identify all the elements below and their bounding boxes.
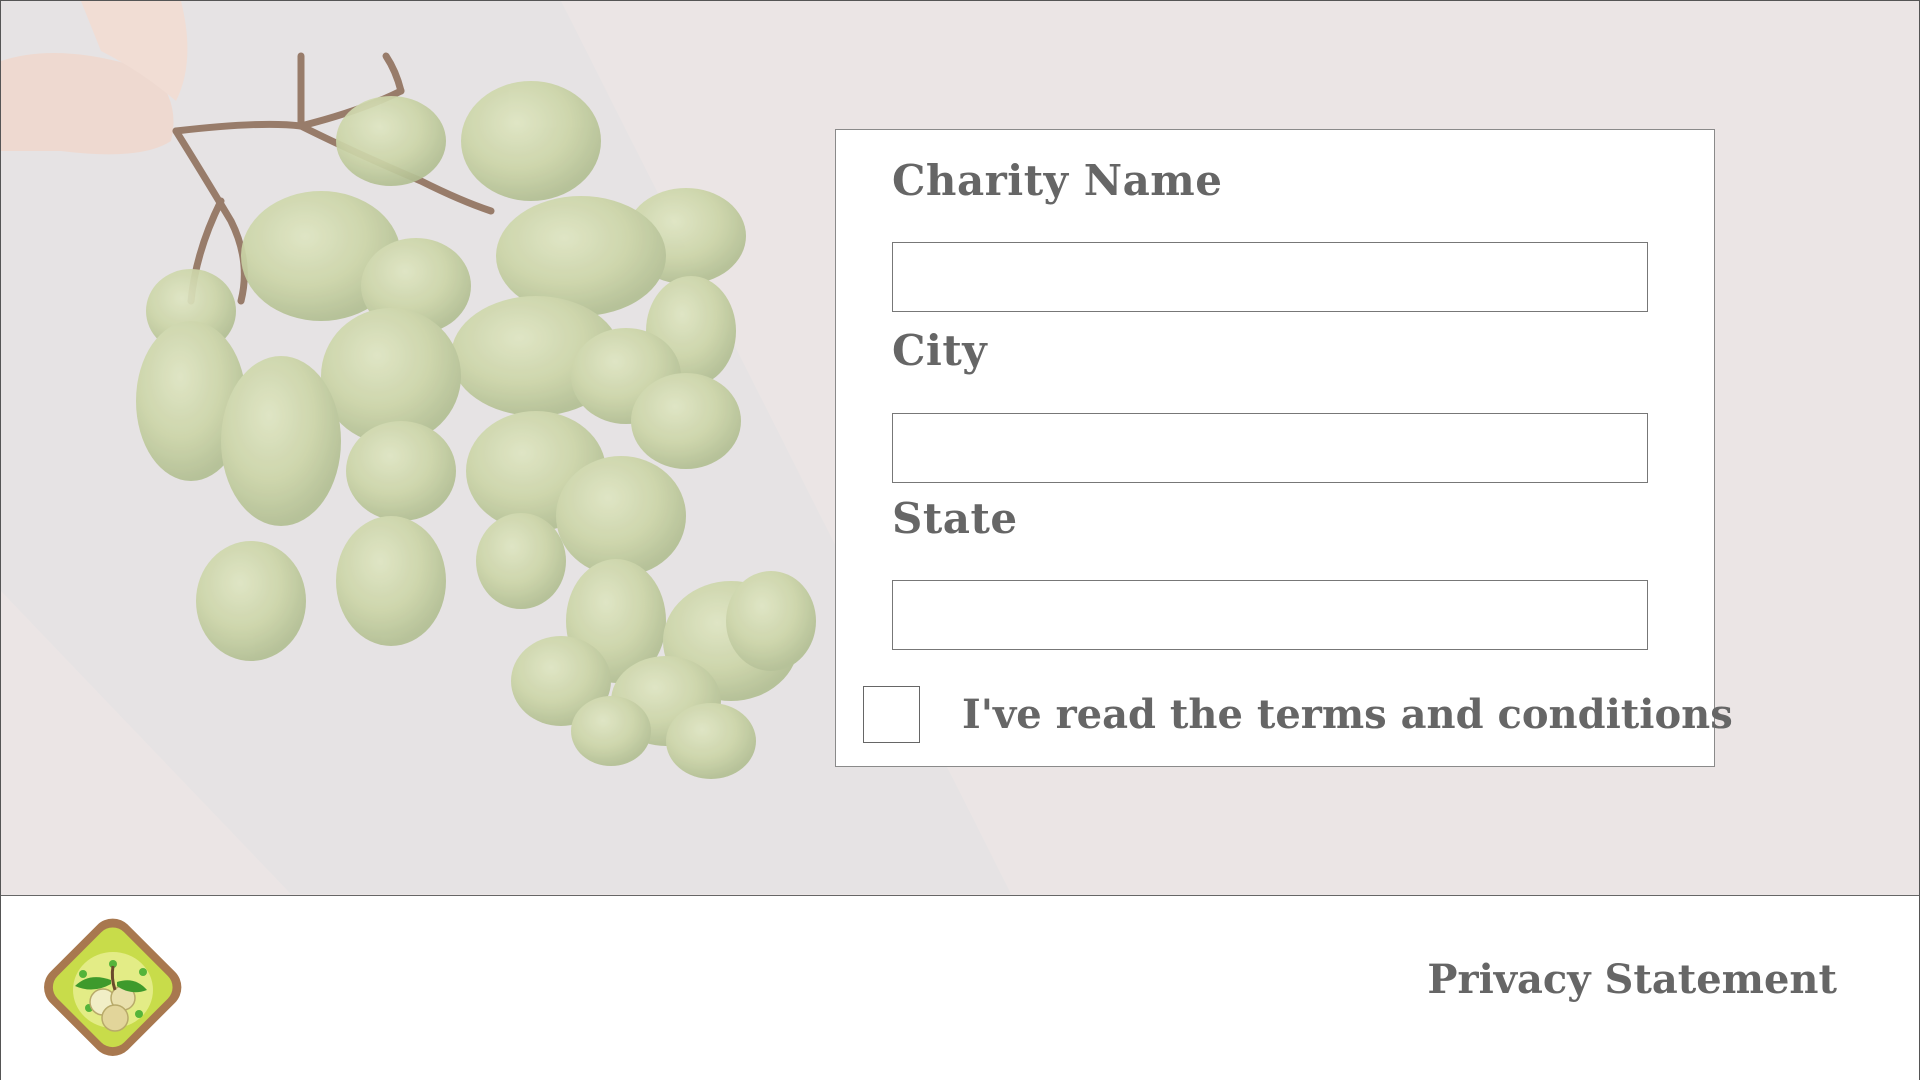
charity-form: Charity Name City State I've read the te…	[835, 129, 1733, 767]
privacy-statement-link[interactable]: Privacy Statement	[1427, 956, 1837, 1003]
city-label: City	[892, 326, 988, 375]
hero-section: Charity Name City State I've read the te…	[1, 1, 1919, 894]
footer: Privacy Statement	[1, 895, 1919, 1080]
terms-checkbox[interactable]	[863, 686, 920, 743]
grape-logo-icon[interactable]	[31, 906, 193, 1070]
state-label: State	[892, 494, 1018, 543]
charity-name-label: Charity Name	[892, 156, 1223, 205]
state-input[interactable]	[892, 580, 1648, 650]
city-input[interactable]	[892, 413, 1648, 483]
terms-label: I've read the terms and conditions	[962, 691, 1733, 738]
charity-name-input[interactable]	[892, 242, 1648, 312]
